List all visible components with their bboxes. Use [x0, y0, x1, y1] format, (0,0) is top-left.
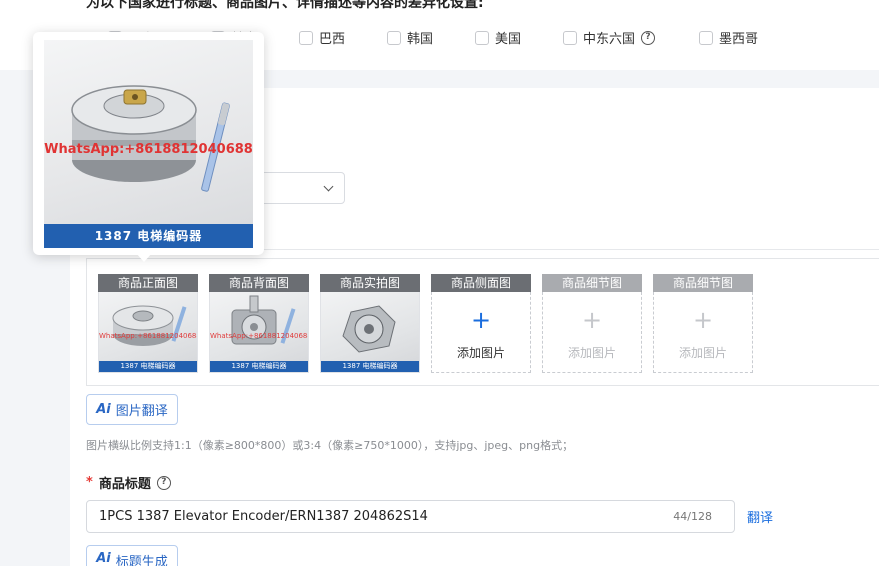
plus-icon: + — [581, 306, 603, 334]
country-label: 墨西哥 — [719, 32, 759, 47]
image-translate-button[interactable]: Ai 图片翻译 — [86, 394, 178, 425]
ai-icon: Ai — [96, 402, 111, 417]
preview-image: WhatsApp:+8618812040688 1387 电梯编码器 — [44, 40, 253, 248]
checkbox[interactable] — [699, 30, 713, 45]
title-generate-button[interactable]: Ai 标题生成 — [86, 545, 178, 566]
watermark-text: WhatsApp:+8618812040688 — [44, 142, 253, 157]
country-label: 美国 — [495, 32, 522, 47]
country-option-usa[interactable]: 美国 — [475, 28, 521, 47]
country-option-korea[interactable]: 韩国 — [387, 28, 433, 47]
image-slot-side[interactable]: 商品侧面图 + 添加图片 — [431, 274, 531, 373]
country-option-middle-east[interactable]: 中东六国 ? — [563, 28, 656, 47]
image-slot-back[interactable]: 商品背面图 WhatsApp:+8618812040688 1387 电梯编码器 — [209, 274, 309, 373]
image-format-hint: 图片横纵比例支持1:1（像素≥800*800）或3:4（像素≥750*1000）… — [86, 439, 574, 452]
caption-strip: 1387 电梯编码器 — [44, 224, 253, 248]
title-translate-link[interactable]: 翻译 — [747, 507, 773, 526]
encoder-photo-icon — [71, 85, 230, 192]
dropdown-select[interactable] — [256, 172, 345, 204]
watermark-text: WhatsApp:+8618812040688 — [210, 332, 309, 340]
encoder-photo-icon — [231, 295, 296, 345]
required-mark: * — [86, 475, 93, 490]
plus-icon: + — [692, 306, 714, 334]
title-generate-label: 标题生成 — [115, 555, 168, 566]
add-image-label: 添加图片 — [456, 346, 505, 360]
char-counter: 44/128 — [673, 510, 712, 523]
encoder-photo-icon — [342, 305, 396, 353]
chevron-down-icon — [323, 181, 334, 192]
checkbox[interactable] — [387, 30, 401, 45]
add-image-button[interactable]: + 添加图片 — [542, 292, 642, 373]
encoder-photo-icon — [112, 305, 187, 346]
add-image-label: 添加图片 — [567, 346, 616, 360]
plus-icon: + — [470, 306, 492, 334]
watermark-text: WhatsApp:+8618812040688 — [99, 332, 198, 340]
checkbox[interactable] — [475, 30, 489, 45]
slot-label: 商品侧面图 — [431, 274, 531, 292]
add-image-button[interactable]: + 添加图片 — [653, 292, 753, 373]
slot-label: 商品正面图 — [98, 274, 198, 292]
country-option-mexico[interactable]: 墨西哥 — [699, 28, 758, 47]
slot-label: 商品实拍图 — [320, 274, 420, 292]
checkbox[interactable] — [299, 30, 313, 45]
caption-strip: 1387 电梯编码器 — [99, 361, 197, 372]
country-section-heading: 为以下国家进行标题、商品图片、详情描述等内容的差异化设置: — [86, 0, 484, 11]
ai-icon: Ai — [96, 551, 111, 566]
help-icon[interactable]: ? — [156, 475, 171, 490]
image-slot-front[interactable]: 商品正面图 WhatsApp:+8618812040688 1387 电梯编码器 — [98, 274, 198, 373]
slot-label: 商品细节图 — [653, 274, 753, 292]
image-preview-popup: WhatsApp:+8618812040688 1387 电梯编码器 — [33, 32, 264, 255]
image-slot-detail-2[interactable]: 商品细节图 + 添加图片 — [653, 274, 753, 373]
caption-strip: 1387 电梯编码器 — [321, 361, 419, 372]
product-thumbnail[interactable]: WhatsApp:+8618812040688 1387 电梯编码器 — [98, 292, 198, 373]
country-label: 韩国 — [407, 32, 434, 47]
slot-label: 商品细节图 — [542, 274, 642, 292]
country-label: 中东六国 — [583, 32, 636, 47]
country-option-brazil[interactable]: 巴西 — [299, 28, 345, 47]
popup-arrow — [136, 253, 152, 262]
help-icon[interactable]: ? — [641, 30, 656, 45]
image-translate-label: 图片翻译 — [115, 404, 168, 419]
checkbox[interactable] — [563, 30, 577, 45]
product-title-text: 商品标题 — [98, 477, 151, 492]
divider — [256, 249, 879, 250]
country-label: 巴西 — [319, 32, 346, 47]
image-slot-real[interactable]: 商品实拍图 1387 电梯编码器 — [320, 274, 420, 373]
product-thumbnail[interactable]: WhatsApp:+8618812040688 1387 电梯编码器 — [209, 292, 309, 373]
product-title-value[interactable]: 1PCS 1387 Elevator Encoder/ERN1387 20486… — [99, 509, 428, 524]
product-title-input[interactable]: 1PCS 1387 Elevator Encoder/ERN1387 20486… — [86, 500, 735, 533]
caption-strip: 1387 电梯编码器 — [210, 361, 308, 372]
image-slot-detail[interactable]: 商品细节图 + 添加图片 — [542, 274, 642, 373]
slot-label: 商品背面图 — [209, 274, 309, 292]
product-thumbnail[interactable]: 1387 电梯编码器 — [320, 292, 420, 373]
product-title-label: * 商品标题 ? — [86, 473, 171, 492]
add-image-label: 添加图片 — [678, 346, 727, 360]
add-image-button[interactable]: + 添加图片 — [431, 292, 531, 373]
